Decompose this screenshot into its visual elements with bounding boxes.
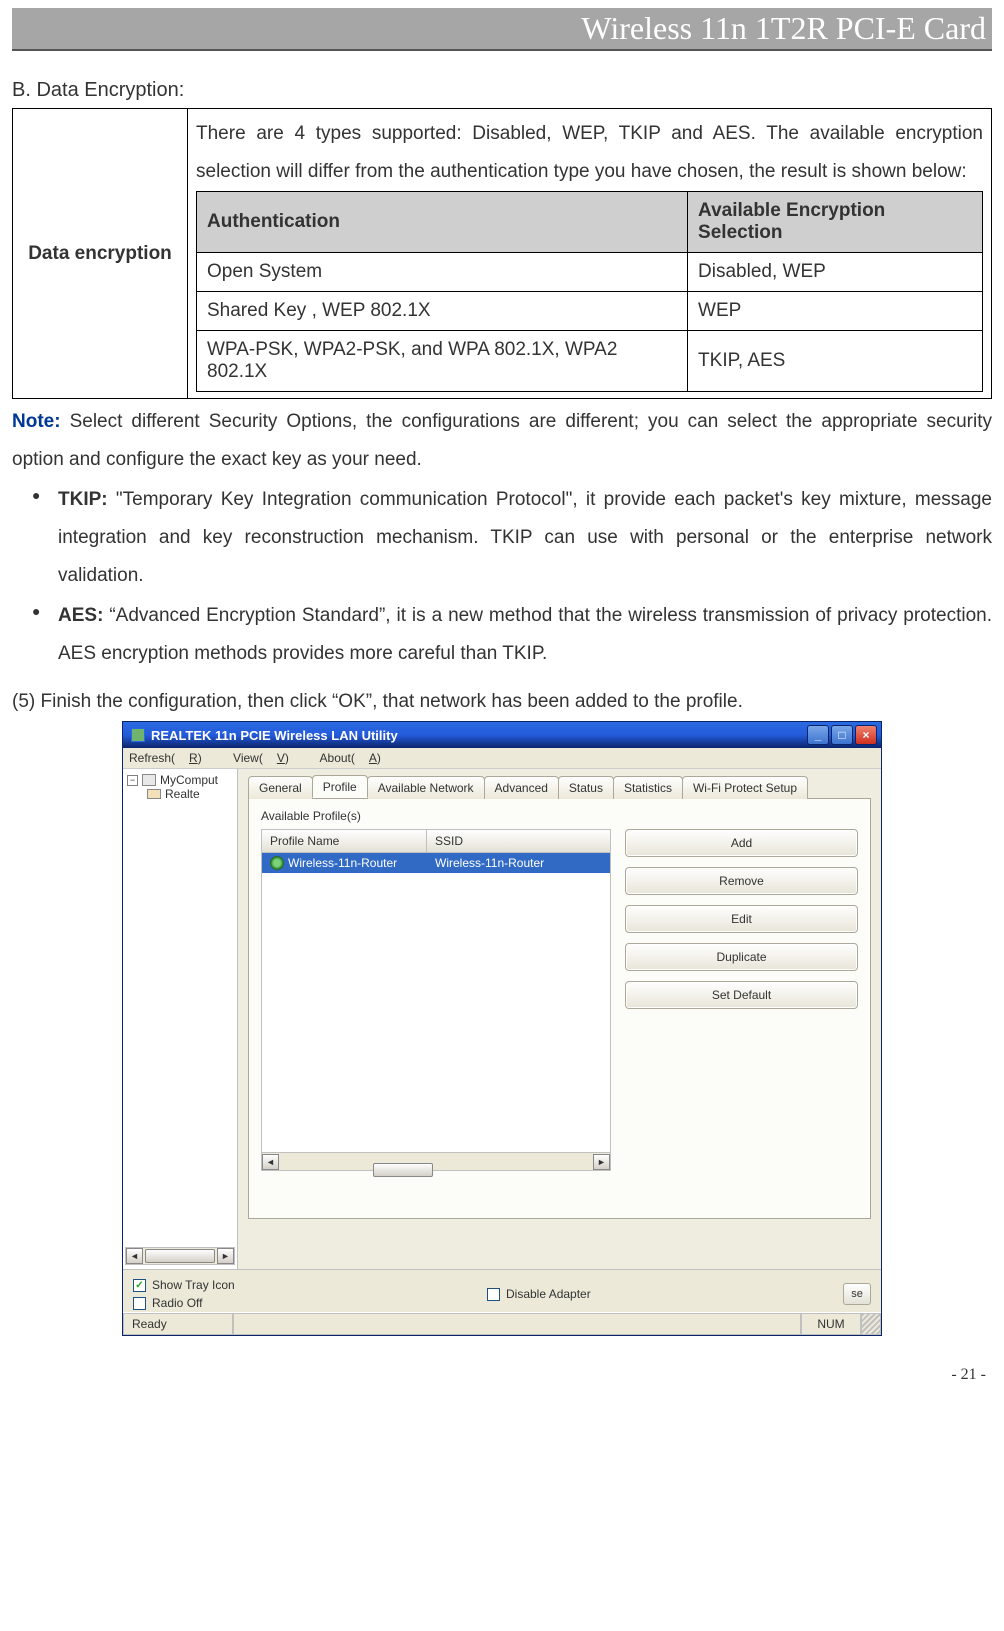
col-ssid[interactable]: SSID bbox=[427, 830, 610, 852]
show-tray-checkbox[interactable]: ✓ Show Tray Icon bbox=[133, 1278, 235, 1292]
available-profiles-label: Available Profile(s) bbox=[261, 809, 858, 823]
menu-about[interactable]: About(A) bbox=[320, 751, 395, 765]
profile-row-selected[interactable]: Wireless-11n-Router Wireless-11n-Router bbox=[262, 853, 610, 873]
app-window: REALTEK 11n PCIE Wireless LAN Utility _ … bbox=[122, 721, 882, 1336]
aes-text: “Advanced Encryption Standard”, it is a … bbox=[58, 605, 992, 664]
tkip-label: TKIP: bbox=[58, 489, 116, 510]
tree-root[interactable]: − MyComput bbox=[125, 773, 235, 787]
checkbox-icon[interactable] bbox=[133, 1297, 146, 1310]
section-b-heading: B. Data Encryption: bbox=[12, 79, 992, 102]
scroll-left-icon[interactable]: ◄ bbox=[262, 1154, 279, 1170]
row-label: Data encryption bbox=[13, 109, 188, 399]
disable-adapter-label: Disable Adapter bbox=[506, 1287, 591, 1301]
page-number: - 21 - bbox=[12, 1366, 992, 1384]
checkbox-icon[interactable] bbox=[487, 1288, 500, 1301]
computer-icon bbox=[142, 774, 156, 786]
disable-adapter-checkbox[interactable]: Disable Adapter bbox=[487, 1287, 591, 1301]
maximize-button[interactable]: □ bbox=[831, 725, 853, 745]
tab-general[interactable]: General bbox=[248, 776, 313, 799]
profile-list[interactable]: Profile Name SSID Wireless-11n-Router Wi… bbox=[261, 829, 611, 1171]
menubar: Refresh(R) View(V) About(A) bbox=[123, 748, 881, 768]
titlebar[interactable]: REALTEK 11n PCIE Wireless LAN Utility _ … bbox=[123, 722, 881, 748]
scroll-right-icon[interactable]: ► bbox=[593, 1154, 610, 1170]
scroll-thumb[interactable] bbox=[145, 1249, 215, 1263]
scroll-left-icon[interactable]: ◄ bbox=[126, 1248, 143, 1264]
duplicate-button[interactable]: Duplicate bbox=[625, 943, 858, 971]
step5-text: (5) Finish the configuration, then click… bbox=[12, 691, 992, 713]
profile-name-cell: Wireless-11n-Router bbox=[288, 856, 397, 870]
device-tree[interactable]: − MyComput Realte ◄ ► bbox=[123, 769, 238, 1269]
scroll-thumb[interactable] bbox=[373, 1163, 433, 1177]
bullet-list: TKIP: "Temporary Key Integration communi… bbox=[12, 481, 992, 673]
profile-list-header[interactable]: Profile Name SSID bbox=[261, 829, 611, 853]
note-block: Note: Select different Security Options,… bbox=[12, 403, 992, 479]
checkbox-icon[interactable]: ✓ bbox=[133, 1279, 146, 1292]
cell: Shared Key , WEP 802.1X bbox=[197, 292, 688, 331]
tab-wifi-protect-setup[interactable]: Wi-Fi Protect Setup bbox=[682, 776, 808, 799]
list-item: AES: “Advanced Encryption Standard”, it … bbox=[32, 597, 992, 673]
tabs: General Profile Available Network Advanc… bbox=[248, 775, 871, 799]
tkip-text: "Temporary Key Integration communication… bbox=[58, 489, 992, 586]
col-auth: Authentication bbox=[197, 192, 688, 253]
minimize-button[interactable]: _ bbox=[807, 725, 829, 745]
tab-body: Available Profile(s) Profile Name SSID W… bbox=[248, 799, 871, 1219]
remove-button[interactable]: Remove bbox=[625, 867, 858, 895]
adapter-icon bbox=[147, 789, 161, 799]
col-enc: Available Encryption Selection bbox=[688, 192, 983, 253]
tab-profile[interactable]: Profile bbox=[312, 775, 368, 798]
scroll-right-icon[interactable]: ► bbox=[217, 1248, 234, 1264]
partial-button[interactable]: se bbox=[843, 1283, 871, 1305]
statusbar: Ready NUM bbox=[123, 1312, 881, 1335]
encryption-matrix: Authentication Available Encryption Sele… bbox=[196, 191, 983, 392]
profile-hscrollbar[interactable]: ◄ ► bbox=[261, 1153, 611, 1171]
tree-hscrollbar[interactable]: ◄ ► bbox=[125, 1247, 235, 1265]
tab-available-network[interactable]: Available Network bbox=[367, 776, 485, 799]
cell: WPA-PSK, WPA2-PSK, and WPA 802.1X, WPA2 … bbox=[197, 331, 688, 392]
collapse-icon[interactable]: − bbox=[127, 775, 138, 786]
menu-refresh[interactable]: Refresh(R) bbox=[129, 751, 216, 765]
footer-options: ✓ Show Tray Icon Radio Off Disable Adapt… bbox=[123, 1269, 881, 1312]
tree-root-label: MyComput bbox=[160, 773, 218, 787]
window-title: REALTEK 11n PCIE Wireless LAN Utility bbox=[127, 728, 807, 743]
status-fill bbox=[233, 1313, 801, 1335]
tree-child-label: Realte bbox=[165, 787, 200, 801]
profile-icon bbox=[270, 856, 284, 870]
row-content: There are 4 types supported: Disabled, W… bbox=[188, 109, 992, 399]
doc-header: Wireless 11n 1T2R PCI-E Card bbox=[12, 8, 992, 51]
tab-statistics[interactable]: Statistics bbox=[613, 776, 683, 799]
aes-label: AES: bbox=[58, 605, 109, 626]
profile-ssid-cell: Wireless-11n-Router bbox=[427, 853, 610, 873]
data-encryption-table: Data encryption There are 4 types suppor… bbox=[12, 108, 992, 399]
tab-status[interactable]: Status bbox=[558, 776, 614, 799]
app-icon bbox=[131, 728, 145, 742]
menu-view[interactable]: View(V) bbox=[233, 751, 303, 765]
radio-off-label: Radio Off bbox=[152, 1296, 202, 1310]
list-item: TKIP: "Temporary Key Integration communi… bbox=[32, 481, 992, 595]
edit-button[interactable]: Edit bbox=[625, 905, 858, 933]
add-button[interactable]: Add bbox=[625, 829, 858, 857]
set-default-button[interactable]: Set Default bbox=[625, 981, 858, 1009]
cell: TKIP, AES bbox=[688, 331, 983, 392]
intro-text: There are 4 types supported: Disabled, W… bbox=[196, 115, 983, 191]
tab-advanced[interactable]: Advanced bbox=[484, 776, 559, 799]
cell: WEP bbox=[688, 292, 983, 331]
show-tray-label: Show Tray Icon bbox=[152, 1278, 235, 1292]
col-profile-name[interactable]: Profile Name bbox=[262, 830, 427, 852]
cell: Disabled, WEP bbox=[688, 253, 983, 292]
note-label: Note: bbox=[12, 411, 61, 432]
resize-grip-icon[interactable] bbox=[861, 1313, 881, 1335]
status-num: NUM bbox=[801, 1313, 861, 1335]
cell: Open System bbox=[197, 253, 688, 292]
tree-child[interactable]: Realte bbox=[125, 787, 235, 801]
window-title-text: REALTEK 11n PCIE Wireless LAN Utility bbox=[151, 728, 398, 743]
note-text: Select different Security Options, the c… bbox=[12, 411, 992, 470]
radio-off-checkbox[interactable]: Radio Off bbox=[133, 1296, 235, 1310]
status-ready: Ready bbox=[123, 1313, 233, 1335]
close-button[interactable]: × bbox=[855, 725, 877, 745]
